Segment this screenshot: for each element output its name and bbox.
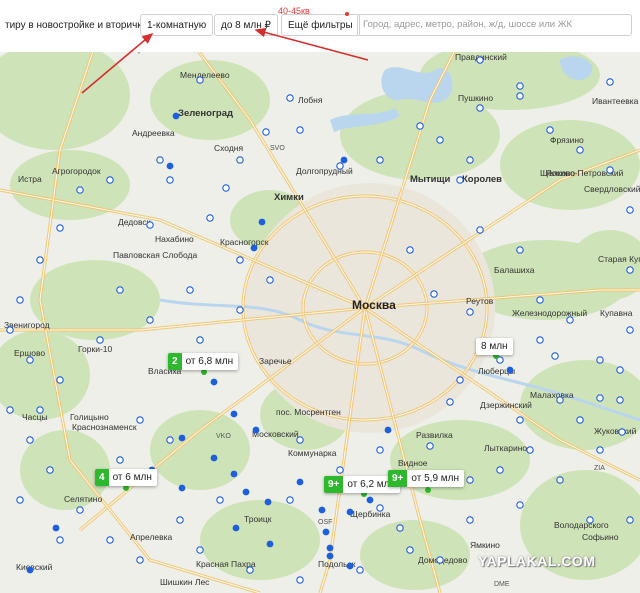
cluster-4[interactable]: 4 от 6 млн — [95, 469, 157, 486]
cluster-price: от 6,8 млн — [185, 356, 234, 367]
cluster-count: 9+ — [324, 476, 344, 493]
annotation-arrows — [81, 27, 369, 94]
watermark: YAPLAKAL.COM — [478, 553, 596, 569]
arrow-to-rooms — [81, 32, 154, 94]
cluster-2[interactable]: 2 от 6,8 млн — [168, 353, 239, 370]
cluster-count: 4 — [95, 469, 109, 486]
cluster-9-b[interactable]: 9+ от 5,9 млн — [388, 470, 465, 487]
cluster-price: от 6 млн — [112, 472, 152, 483]
cluster-count: 2 — [168, 353, 182, 370]
cluster-price: от 5,9 млн — [411, 473, 460, 484]
cluster-price: 8 млн — [481, 341, 508, 352]
cluster-price-only[interactable]: 8 млн — [476, 338, 513, 355]
arrow-to-price — [254, 27, 369, 61]
cluster-count: 9+ — [388, 470, 408, 487]
